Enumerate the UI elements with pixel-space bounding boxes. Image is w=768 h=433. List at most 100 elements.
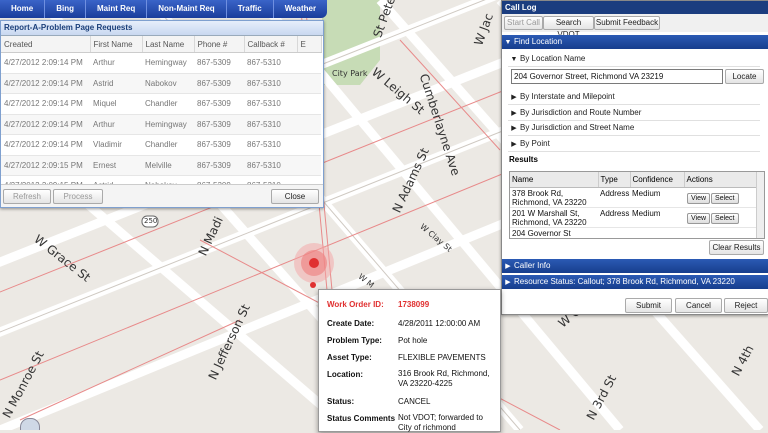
cell: Chandler: [142, 93, 194, 115]
cell: 867-5310: [244, 155, 297, 176]
cell: 867-5310: [244, 52, 297, 74]
caller-info-label: Caller Info: [514, 261, 551, 270]
cell: Chandler: [142, 134, 194, 156]
option-interstate[interactable]: ▶ By Interstate and Milepoint: [508, 90, 760, 105]
option-jurisdiction-route[interactable]: ▶ By Jurisdiction and Route Number: [508, 106, 760, 121]
locate-button[interactable]: Locate: [725, 69, 764, 84]
col-name[interactable]: Name: [510, 172, 599, 188]
result-actions: View Select: [684, 187, 756, 208]
cell: 867-5309: [194, 155, 244, 176]
cell: 867-5309: [194, 134, 244, 156]
option-label: By Point: [520, 139, 550, 148]
result-confidence: Medium: [630, 187, 684, 208]
col-created[interactable]: Created: [1, 36, 91, 53]
cell: 867-5310: [244, 114, 297, 135]
cell: 4/27/2012 2:09:15 PM: [1, 155, 90, 176]
results-scrollbar[interactable]: [756, 172, 764, 238]
tab-home[interactable]: Home: [0, 0, 46, 18]
map-nav-control[interactable]: [20, 418, 40, 430]
cell: 867-5309: [194, 93, 244, 115]
start-call-button[interactable]: Start Call: [504, 16, 543, 30]
table-row[interactable]: 4/27/2012 2:09:14 PM Arthur Hemingway 867-5…: [1, 114, 321, 135]
option-jurisdiction-street[interactable]: ▶ By Jurisdiction and Street Name: [508, 121, 760, 136]
search-vdot-button[interactable]: Search VDOT: [543, 16, 594, 39]
call-log-title: Call Log: [502, 1, 768, 14]
result-type: [598, 227, 630, 238]
cell: 4/27/2012 2:09:14 PM: [1, 73, 90, 94]
tab-bing[interactable]: Bing: [45, 0, 87, 18]
option-label: By Interstate and Milepoint: [520, 92, 615, 101]
create-date-value: 4/28/2011 12:00:00 AM: [398, 319, 481, 328]
col-last-name[interactable]: Last Name: [142, 36, 195, 53]
col-first-name[interactable]: First Name: [90, 36, 143, 53]
select-button[interactable]: Select: [711, 193, 739, 204]
location-input[interactable]: 204 Governor Street, Richmond VA 23219: [511, 69, 723, 84]
problem-type-value: Pot hole: [398, 336, 428, 345]
cell: 867-5309: [194, 73, 244, 94]
cell: 867-5310: [244, 93, 297, 115]
table-row[interactable]: 378 Brook Rd, Richmond, VA 23220 Address…: [510, 187, 756, 208]
caller-info-header[interactable]: ▶ Caller Info: [502, 259, 768, 273]
submit-button[interactable]: Submit: [625, 298, 672, 313]
pin-dot-icon: [310, 282, 316, 288]
col-email[interactable]: E: [297, 36, 322, 53]
cell: Hemingway: [142, 52, 194, 74]
col-actions[interactable]: Actions: [684, 172, 757, 188]
table-row[interactable]: 4/27/2012 2:09:14 PM Astrid Nabokov 867-530…: [1, 73, 321, 94]
results-table: Name Type Confidence Actions 378 Brook R…: [509, 171, 765, 239]
work-order-label: Work Order ID:: [327, 300, 384, 309]
view-button[interactable]: View: [687, 193, 711, 204]
resource-status-header[interactable]: ▶ Resource Status: Callout; 378 Brook Rd,…: [502, 275, 768, 289]
chevron-right-icon: ▶: [511, 141, 517, 148]
table-row[interactable]: 4/27/2012 2:09:14 PM Miquel Chandler 867-53…: [1, 93, 321, 115]
resource-status-label: Resource Status: Callout; 378 Brook Rd, …: [514, 277, 735, 286]
report-panel-title: Report-A-Problem Page Requests: [1, 21, 323, 36]
close-button[interactable]: Close: [271, 189, 319, 204]
table-row[interactable]: 204 Governor St: [510, 227, 756, 238]
refresh-button[interactable]: Refresh: [3, 189, 51, 204]
cell: Hemingway: [142, 114, 194, 135]
col-type[interactable]: Type: [598, 172, 631, 188]
cell: 4/27/2012 2:09:14 PM: [1, 52, 90, 74]
col-callback[interactable]: Callback #: [244, 36, 298, 53]
option-label: By Jurisdiction and Street Name: [520, 123, 635, 132]
process-button[interactable]: Process: [53, 189, 103, 204]
chevron-right-icon: ▶: [505, 263, 511, 270]
view-button[interactable]: View: [687, 213, 711, 224]
table-row[interactable]: 4/27/2012 2:09:14 PM Arthur Hemingway 867-5…: [1, 52, 321, 74]
table-row[interactable]: 4/27/2012 2:09:15 PM Ernest Melville 867-53…: [1, 155, 321, 176]
create-date-label: Create Date:: [327, 319, 375, 328]
cancel-button[interactable]: Cancel: [675, 298, 722, 313]
cell: [297, 52, 321, 74]
result-actions: View Select: [684, 207, 756, 228]
table-row[interactable]: 201 W Marshall St, Richmond, VA 23220 Ad…: [510, 207, 756, 228]
table-row[interactable]: 4/27/2012 2:09:14 PM Vladimir Chandler 867-…: [1, 134, 321, 156]
asset-type-value: FLEXIBLE PAVEMENTS: [398, 353, 486, 362]
chevron-right-icon: ▶: [505, 279, 511, 286]
tab-weather[interactable]: Weather: [274, 0, 327, 18]
tab-maint-req[interactable]: Maint Req: [86, 0, 148, 18]
tab-non-maint-req[interactable]: Non-Maint Req: [147, 0, 227, 18]
col-confidence[interactable]: Confidence: [630, 172, 685, 188]
chevron-right-icon: ▶: [511, 110, 517, 117]
tab-traffic[interactable]: Traffic: [227, 0, 274, 18]
cell: 867-5310: [244, 134, 297, 156]
cell: [297, 114, 321, 135]
cell: Arthur: [90, 114, 142, 135]
option-label: By Jurisdiction and Route Number: [520, 108, 642, 117]
option-by-point[interactable]: ▶ By Point: [508, 137, 760, 152]
result-name: 201 W Marshall St, Richmond, VA 23220: [510, 207, 598, 228]
top-nav: Home Bing Maint Req Non-Maint Req Traffi…: [0, 0, 328, 18]
cell: Vladimir: [90, 134, 142, 156]
clear-results-button[interactable]: Clear Results: [709, 240, 764, 255]
by-location-name-option[interactable]: ▼ By Location Name: [508, 52, 760, 67]
col-phone[interactable]: Phone #: [194, 36, 245, 53]
find-location-header[interactable]: ▼ Find Location: [502, 35, 768, 49]
find-location-label: Find Location: [514, 37, 563, 46]
select-button[interactable]: Select: [711, 213, 739, 224]
work-order-popup: Work Order ID: 1738099 Create Date: 4/28…: [318, 289, 501, 432]
reject-button[interactable]: Reject: [724, 298, 768, 313]
submit-feedback-button[interactable]: Submit Feedback: [594, 16, 660, 30]
map-label: 250: [144, 217, 158, 225]
cell: 867-5309: [194, 114, 244, 135]
